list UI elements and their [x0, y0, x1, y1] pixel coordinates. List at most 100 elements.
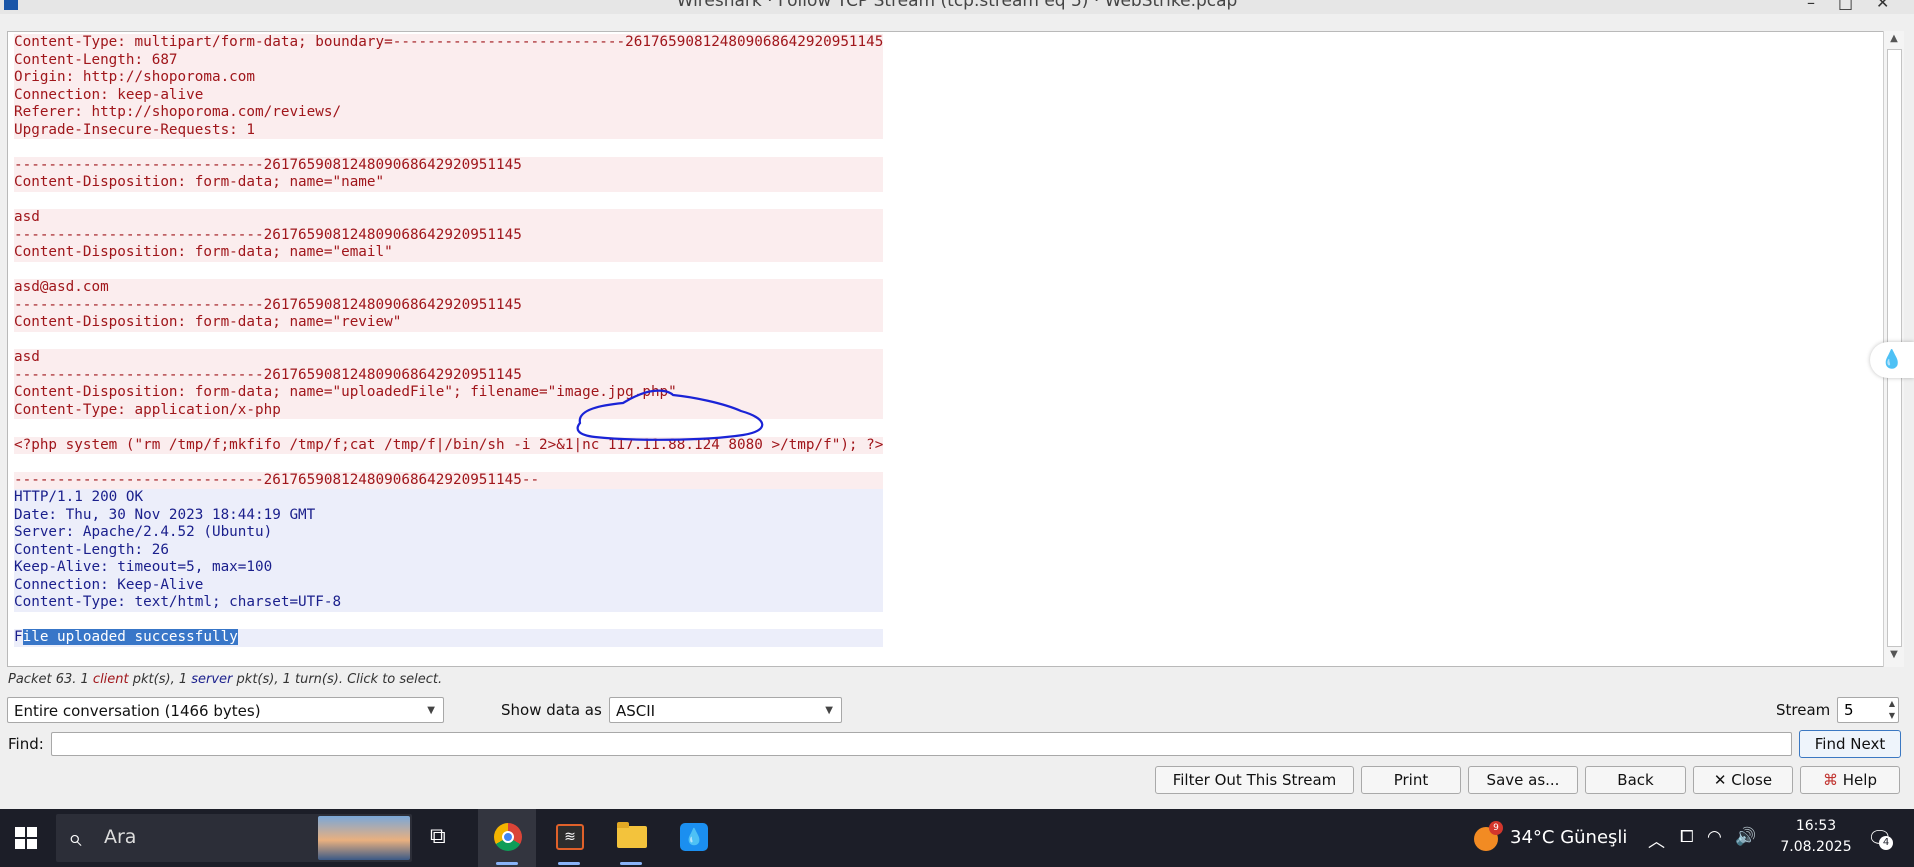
server-stream-line[interactable]: Content-Length: 26: [14, 541, 884, 559]
search-highlight-image: [318, 816, 410, 860]
notification-icon[interactable]: 🗨 4: [1867, 826, 1893, 850]
client-stream-line[interactable]: -----------------------------26176590812…: [14, 296, 884, 314]
packet-info-text[interactable]: Packet 63. 1 client pkt(s), 1 server pkt…: [8, 672, 442, 687]
chrome-taskbar-button[interactable]: [478, 809, 536, 867]
chevron-up-icon[interactable]: ︿: [1648, 827, 1665, 852]
find-label: Find:: [8, 735, 44, 753]
water-drop-app-icon: 💧: [680, 823, 708, 851]
windows-taskbar: ⌕ Ara ⧉ ≋ 💧 9 34°C Güneşli ︿ ⧠ ◠ 🔊 16:53…: [0, 809, 1914, 867]
client-stream-line[interactable]: -----------------------------26176590812…: [14, 156, 884, 174]
close-window-button[interactable]: ✕: [1876, 0, 1889, 12]
floating-drop-widget-icon[interactable]: 💧: [1870, 342, 1914, 378]
client-stream-line[interactable]: Content-Disposition: form-data; name="re…: [14, 314, 884, 332]
show-data-as-label: Show data as: [501, 701, 602, 719]
server-stream-line[interactable]: Content-Type: text/html; charset=UTF-8: [14, 594, 884, 612]
active-indicator: [496, 862, 518, 865]
filter-out-stream-button[interactable]: Filter Out This Stream: [1155, 766, 1354, 794]
file-explorer-icon: [617, 822, 647, 848]
client-stream-line[interactable]: Content-Disposition: form-data; name="na…: [14, 174, 884, 192]
weather-text[interactable]: 34°C Güneşli: [1510, 827, 1627, 848]
client-stream-line[interactable]: asd: [14, 349, 884, 367]
packet-info-prefix: Packet 63. 1: [8, 672, 93, 687]
search-icon: ⌕: [68, 824, 82, 852]
client-stream-line[interactable]: Content-Type: multipart/form-data; bound…: [14, 34, 884, 52]
meet-icon[interactable]: ⧠: [1680, 827, 1694, 847]
client-stream-line[interactable]: Content-Length: 687: [14, 51, 884, 69]
client-stream-line[interactable]: -----------------------------26176590812…: [14, 366, 884, 384]
scroll-up-arrow-icon[interactable]: ▲: [1884, 33, 1904, 49]
conversation-select[interactable]: Entire conversation (1466 bytes) ▼: [7, 697, 444, 723]
weather-icon[interactable]: 9: [1474, 821, 1503, 851]
wireshark-icon: ≋: [556, 824, 584, 850]
server-word: server: [191, 672, 233, 687]
notification-count: 4: [1879, 836, 1893, 850]
stream-number-spinbox[interactable]: 5 ▲ ▼: [1837, 697, 1899, 723]
server-stream-line[interactable]: [14, 612, 883, 630]
find-next-button[interactable]: Find Next: [1799, 730, 1901, 758]
chevron-down-icon: ▼: [825, 705, 833, 716]
client-stream-line[interactable]: asd: [14, 209, 884, 227]
server-stream-line[interactable]: Server: Apache/2.4.52 (Ubuntu): [14, 524, 884, 542]
help-icon: ⌘: [1823, 771, 1838, 789]
packet-info-middle: pkt(s), 1: [128, 672, 192, 687]
open-indicator: [558, 862, 580, 865]
water-drop-taskbar-button[interactable]: 💧: [664, 809, 722, 867]
back-button[interactable]: Back: [1585, 766, 1686, 794]
taskbar-search-box[interactable]: ⌕ Ara: [56, 814, 412, 862]
client-stream-line[interactable]: Connection: keep-alive: [14, 86, 884, 104]
weather-badge: 9: [1489, 821, 1503, 835]
client-stream-line[interactable]: [14, 262, 883, 280]
client-stream-line[interactable]: asd@asd.com: [14, 279, 884, 297]
save-as-button[interactable]: Save as...: [1468, 766, 1578, 794]
conversation-select-value: Entire conversation (1466 bytes): [14, 702, 261, 720]
server-stream-line[interactable]: Date: Thu, 30 Nov 2023 18:44:19 GMT: [14, 506, 884, 524]
client-stream-line[interactable]: -----------------------------26176590812…: [14, 226, 884, 244]
close-x-icon: ✕: [1713, 771, 1727, 789]
wifi-icon[interactable]: ◠: [1707, 827, 1722, 847]
packet-info-suffix: pkt(s), 1 turn(s). Click to select.: [232, 672, 443, 687]
close-button[interactable]: ✕ Close: [1693, 766, 1793, 794]
help-button-label: Help: [1842, 771, 1877, 789]
stream-label: Stream: [1776, 701, 1831, 719]
wireshark-taskbar-button[interactable]: ≋: [540, 809, 598, 867]
client-stream-line[interactable]: Origin: http://shoporoma.com: [14, 69, 884, 87]
maximize-button[interactable]: □: [1838, 0, 1853, 12]
windows-start-icon[interactable]: [10, 809, 50, 867]
window-title: Wireshark · Follow TCP Stream (tcp.strea…: [676, 0, 1238, 11]
server-stream-line[interactable]: File uploaded successfully: [14, 629, 884, 647]
client-stream-line[interactable]: -----------------------------26176590812…: [14, 471, 884, 489]
client-word: client: [92, 672, 129, 687]
client-stream-line[interactable]: Upgrade-Insecure-Requests: 1: [14, 121, 884, 139]
spin-down-icon[interactable]: ▼: [1889, 710, 1895, 722]
selected-text[interactable]: ile uploaded successfully: [22, 629, 238, 645]
stream-number-value: 5: [1844, 701, 1854, 719]
print-button[interactable]: Print: [1361, 766, 1461, 794]
file-explorer-taskbar-button[interactable]: [602, 809, 660, 867]
show-data-as-value: ASCII: [616, 702, 656, 720]
minimize-button[interactable]: –: [1807, 0, 1815, 12]
client-stream-line[interactable]: [14, 192, 883, 210]
stream-text[interactable]: Content-Type: multipart/form-data; bound…: [14, 34, 884, 647]
help-button[interactable]: ⌘ Help: [1800, 766, 1900, 794]
volume-icon[interactable]: 🔊: [1735, 827, 1756, 847]
clock-time: 16:53: [1795, 818, 1837, 834]
chevron-down-icon: ▼: [427, 705, 435, 716]
spin-up-icon[interactable]: ▲: [1889, 698, 1895, 710]
server-stream-line[interactable]: Connection: Keep-Alive: [14, 576, 884, 594]
scroll-down-arrow-icon[interactable]: ▼: [1884, 649, 1904, 665]
client-stream-line[interactable]: Referer: http://shoporoma.com/reviews/: [14, 104, 884, 122]
find-input[interactable]: [51, 732, 1792, 756]
server-stream-line[interactable]: HTTP/1.1 200 OK: [14, 489, 884, 507]
close-button-label: Close: [1731, 771, 1773, 789]
client-stream-line[interactable]: [14, 139, 883, 157]
chrome-icon: [494, 823, 522, 851]
stream-content-pane[interactable]: Content-Type: multipart/form-data; bound…: [7, 31, 1885, 667]
client-stream-line[interactable]: [14, 332, 883, 350]
client-stream-line[interactable]: Content-Disposition: form-data; name="em…: [14, 244, 884, 262]
show-data-as-select[interactable]: ASCII ▼: [609, 697, 842, 723]
system-clock[interactable]: 16:53 7.08.2025: [1780, 816, 1852, 858]
task-view-icon[interactable]: ⧉: [430, 824, 460, 852]
client-stream-line[interactable]: [14, 454, 883, 472]
server-stream-line[interactable]: Keep-Alive: timeout=5, max=100: [14, 559, 884, 577]
hand-drawn-circle-annotation: [576, 389, 764, 441]
